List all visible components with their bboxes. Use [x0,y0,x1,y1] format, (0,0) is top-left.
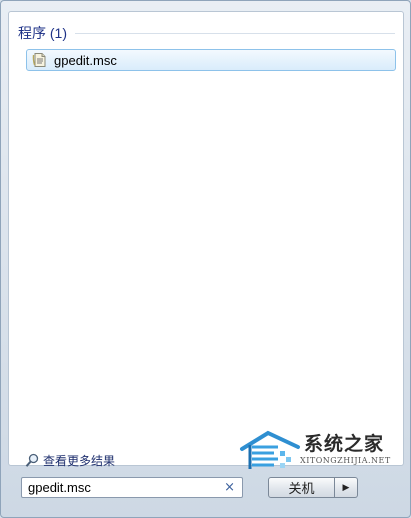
shutdown-options-arrow[interactable]: ▶ [335,477,358,498]
see-more-results-link[interactable]: 查看更多结果 [25,452,115,469]
search-box[interactable]: × [21,477,243,498]
clear-search-icon[interactable]: × [224,480,235,496]
document-file-icon [32,53,46,67]
result-item-label: gpedit.msc [54,52,117,68]
watermark: 系统之家 XITONGZHIJIA.NET [238,425,406,473]
results-group-header: 程序 (1) [18,23,395,43]
group-divider [75,32,395,34]
search-icon [25,453,39,467]
watermark-text: 系统之家 [304,433,385,455]
search-results-panel: 程序 (1) gpedit.msc 查看更多结果 系统之家 XITONGZHIJ… [8,11,404,469]
search-input[interactable] [22,478,218,497]
result-item-gpedit[interactable]: gpedit.msc [26,49,396,71]
watermark-subtext: XITONGZHIJIA.NET [300,456,391,465]
see-more-label: 查看更多结果 [43,454,116,468]
power-controls: 关机 ▶ [268,477,358,498]
start-menu: 程序 (1) gpedit.msc 查看更多结果 系统之家 XITONGZHIJ… [0,0,411,518]
shutdown-button[interactable]: 关机 [268,477,335,498]
group-title: 程序 (1) [18,25,67,41]
house-logo-icon [240,430,300,469]
